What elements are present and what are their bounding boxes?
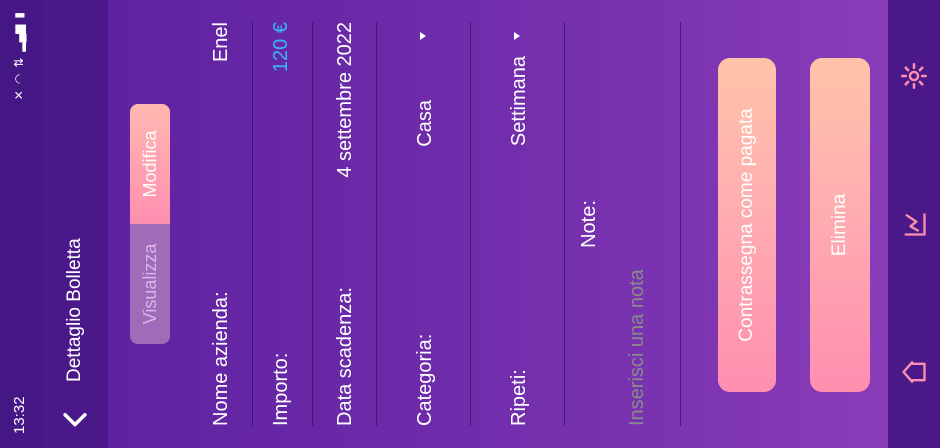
amount-value[interactable]: 120 € xyxy=(270,22,293,72)
notes-label: Note: xyxy=(578,200,600,248)
notes-input[interactable]: Inserisci una nota xyxy=(626,269,649,426)
category-label: Categoria: xyxy=(414,333,436,426)
page-title: Dettaglio Bolletta xyxy=(64,238,85,382)
battery-icon: ▮ xyxy=(12,12,26,19)
stage: 13:32 ✕ ◠ ⇅ ▂▄▆ ▮ Dettaglio Bolletta Vis… xyxy=(0,0,940,448)
app-bar: Dettaglio Bolletta xyxy=(42,0,108,448)
category-value[interactable]: Casa xyxy=(414,100,437,147)
chart-icon[interactable] xyxy=(900,210,928,238)
company-row: Nome azienda: Enel xyxy=(194,22,253,426)
notes-row: Note: Inserisci una nota xyxy=(564,22,681,426)
repeat-row[interactable]: Ripeti: Settimana xyxy=(470,22,565,426)
due-date-row: Data scadenza: 4 settembre 2022 xyxy=(312,22,377,426)
chevron-down-icon[interactable] xyxy=(420,32,426,40)
view-mode-tab[interactable]: Visualizza xyxy=(130,224,170,344)
mute-icon: ✕ xyxy=(12,90,26,101)
company-value[interactable]: Enel xyxy=(210,22,233,62)
mode-toggle: Visualizza Modifica xyxy=(130,104,170,344)
bottom-nav xyxy=(888,0,940,448)
data-icon: ⇅ xyxy=(12,57,26,68)
mark-paid-button[interactable]: Contrassegna come pagata xyxy=(718,58,776,392)
repeat-label: Ripeti: xyxy=(508,369,530,426)
status-bar: 13:32 ✕ ◠ ⇅ ▂▄▆ ▮ xyxy=(0,0,42,448)
status-time: 13:32 xyxy=(11,396,28,434)
amount-row: Importo: 120 € xyxy=(252,22,313,426)
repeat-value[interactable]: Settimana xyxy=(508,56,531,146)
home-icon[interactable] xyxy=(900,358,928,386)
delete-button[interactable]: Elimina xyxy=(810,58,870,392)
gear-icon[interactable] xyxy=(900,62,928,90)
amount-label: Importo: xyxy=(270,352,292,426)
wifi-icon: ◠ xyxy=(12,73,26,85)
chevron-down-icon[interactable] xyxy=(514,32,520,40)
status-icons: ✕ ◠ ⇅ ▂▄▆ ▮ xyxy=(12,12,26,100)
back-arrow-icon[interactable] xyxy=(58,402,92,436)
company-label: Nome azienda: xyxy=(210,291,232,426)
phone-screen: 13:32 ✕ ◠ ⇅ ▂▄▆ ▮ Dettaglio Bolletta Vis… xyxy=(0,0,940,448)
due-date-label: Data scadenza: xyxy=(334,287,356,426)
category-row[interactable]: Categoria: Casa xyxy=(376,22,471,426)
edit-mode-tab[interactable]: Modifica xyxy=(130,104,170,224)
due-date-value[interactable]: 4 settembre 2022 xyxy=(334,22,357,178)
signal-icon: ▂▄▆ xyxy=(12,24,26,52)
